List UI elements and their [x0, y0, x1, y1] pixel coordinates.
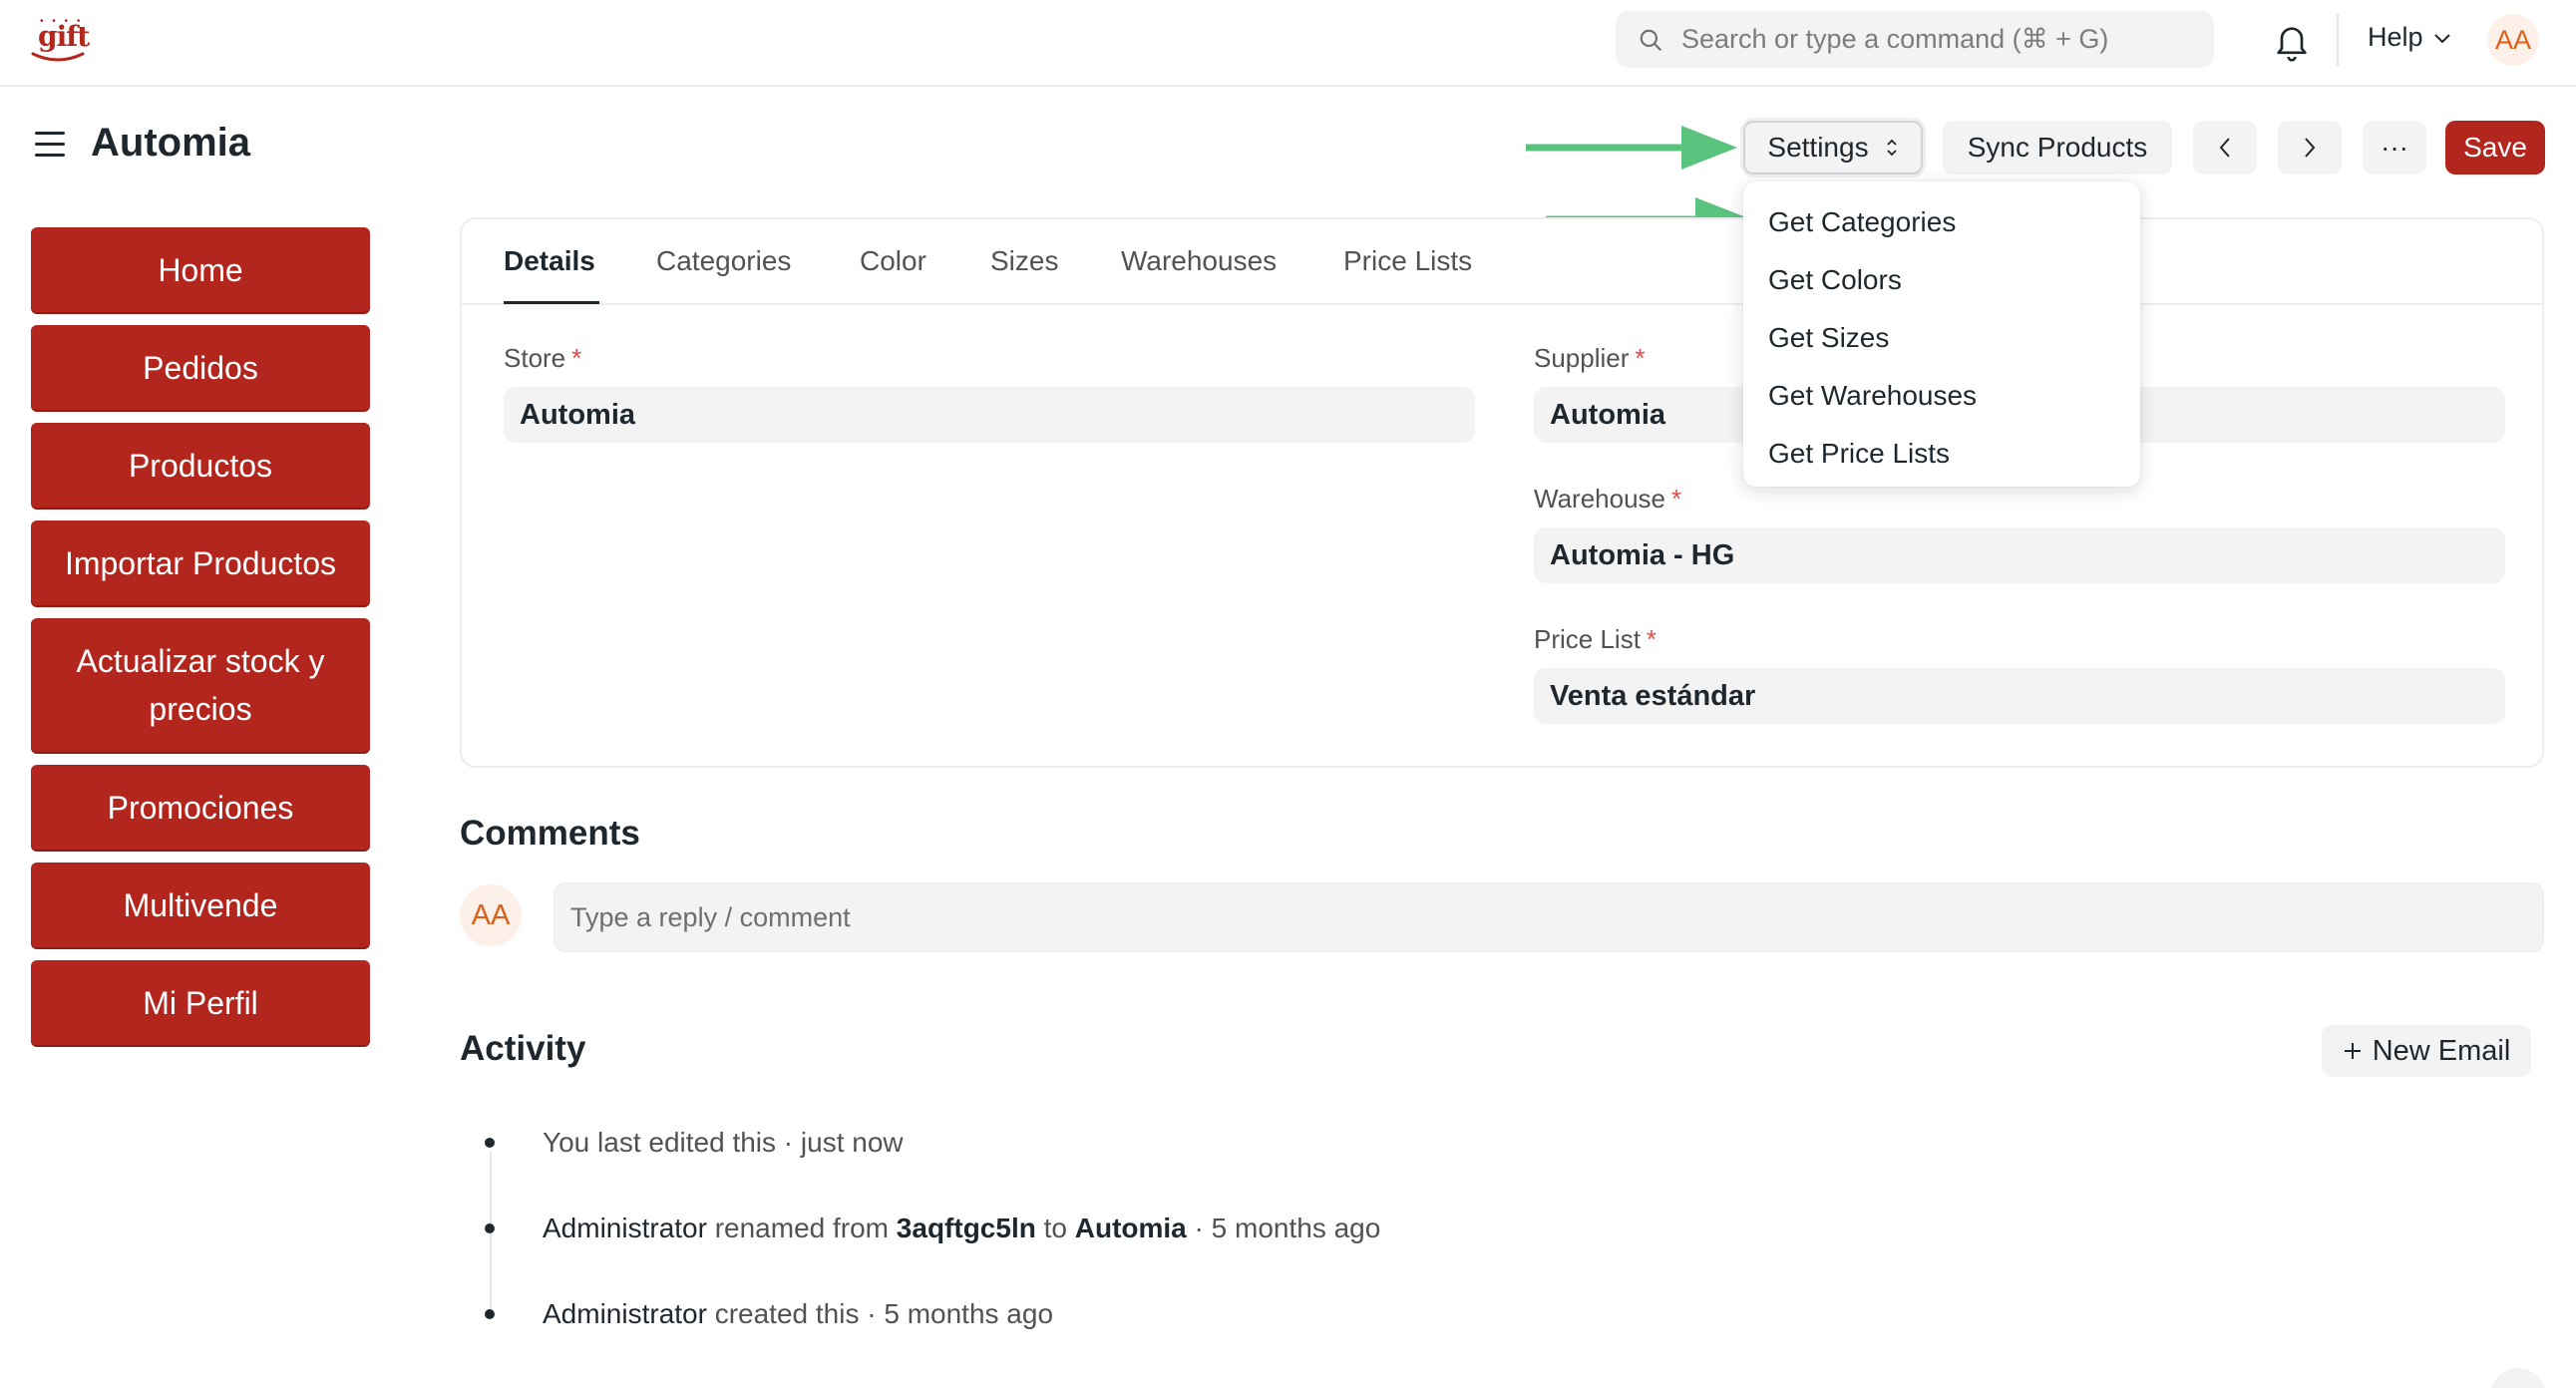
sort-chevrons-icon — [1886, 139, 1897, 157]
price-list-label: Price List * — [1534, 624, 1656, 655]
new-email-label: New Email — [2372, 1034, 2511, 1067]
warehouse-label: Warehouse * — [1534, 484, 1681, 515]
scroll-to-top-button[interactable] — [2490, 1368, 2546, 1388]
activity-separator: · — [776, 1127, 801, 1158]
activity-separator: · — [1186, 1213, 1212, 1243]
plus-icon — [2344, 1043, 2361, 1059]
settings-dropdown-menu: Get Categories Get Colors Get Sizes Get … — [1743, 181, 2140, 487]
menu-item-get-categories[interactable]: Get Categories — [1743, 193, 2140, 251]
tab-categories[interactable]: Categories — [656, 245, 791, 277]
settings-label: Settings — [1767, 132, 1869, 163]
activity-entry: You last edited this · just now — [485, 1127, 904, 1159]
bell-icon — [2277, 27, 2307, 62]
menu-item-get-sizes[interactable]: Get Sizes — [1743, 309, 2140, 367]
help-dropdown[interactable]: Help — [2368, 22, 2451, 53]
activity-old-name: 3aqftgc5ln — [896, 1213, 1036, 1243]
search-icon — [1640, 29, 1661, 51]
menu-item-get-price-lists[interactable]: Get Price Lists — [1743, 425, 2140, 483]
store-label-text: Store — [504, 343, 566, 373]
hamburger-icon-line — [35, 154, 65, 157]
tab-warehouses[interactable]: Warehouses — [1121, 245, 1277, 277]
price-list-label-text: Price List — [1534, 624, 1641, 654]
new-email-button[interactable]: New Email — [2322, 1025, 2531, 1077]
sidebar-item-pedidos[interactable]: Pedidos — [31, 325, 370, 410]
sidebar-item-importar-productos[interactable]: Importar Productos — [31, 520, 370, 605]
settings-button[interactable]: Settings — [1743, 121, 1923, 174]
sidebar-item-home[interactable]: Home — [31, 227, 370, 312]
hamburger-icon — [35, 132, 65, 135]
hamburger-icon-line — [35, 143, 65, 146]
sidebar-item-productos[interactable]: Productos — [31, 423, 370, 508]
chevron-left-icon — [2219, 138, 2230, 158]
comments-title: Comments — [460, 814, 640, 853]
required-mark: * — [1635, 343, 1646, 373]
notifications-button[interactable] — [2272, 20, 2312, 64]
previous-record-button[interactable] — [2193, 121, 2257, 174]
active-tab-indicator — [504, 301, 599, 304]
sidebar-item-mi-perfil[interactable]: Mi Perfil — [31, 960, 370, 1045]
save-button[interactable]: Save — [2445, 121, 2545, 174]
logo-text: gift — [38, 20, 90, 53]
activity-user: Administrator — [543, 1213, 707, 1243]
help-label: Help — [2368, 22, 2423, 52]
price-list-field[interactable]: Venta estándar — [1534, 668, 2505, 724]
store-field[interactable]: Automia — [504, 387, 1475, 443]
required-mark: * — [571, 343, 582, 373]
sync-products-button[interactable]: Sync Products — [1943, 121, 2172, 174]
tab-details[interactable]: Details — [504, 245, 595, 277]
tab-sizes[interactable]: Sizes — [990, 245, 1058, 277]
activity-time: 5 months ago — [884, 1298, 1054, 1329]
timeline-dot — [485, 1309, 495, 1319]
top-navbar: • • • • gift Help AA — [0, 0, 2576, 87]
activity-text: You last edited this — [543, 1127, 777, 1158]
tab-color[interactable]: Color — [860, 245, 926, 277]
sidebar-item-promociones[interactable]: Promociones — [31, 765, 370, 850]
comment-avatar: AA — [460, 884, 522, 946]
activity-entry: Administrator created this · 5 months ag… — [485, 1298, 1053, 1330]
required-mark: * — [1671, 484, 1682, 514]
tab-price-lists[interactable]: Price Lists — [1343, 245, 1472, 277]
timeline-dot — [485, 1138, 495, 1148]
activity-entry: Administrator renamed from 3aqftgc5ln to… — [485, 1213, 1380, 1244]
activity-title: Activity — [460, 1029, 586, 1068]
menu-item-get-colors[interactable]: Get Colors — [1743, 251, 2140, 309]
form-tabs: Details Categories Color Sizes Warehouse… — [462, 219, 2542, 305]
menu-item-get-warehouses[interactable]: Get Warehouses — [1743, 367, 2140, 425]
sidebar-toggle-button[interactable] — [35, 132, 65, 162]
warehouse-label-text: Warehouse — [1534, 484, 1665, 514]
sidebar-item-multivende[interactable]: Multivende — [31, 863, 370, 947]
activity-time: just now — [800, 1127, 904, 1158]
navbar-divider — [2337, 14, 2339, 66]
page-title: Automia — [91, 121, 250, 165]
activity-text: to — [1035, 1213, 1075, 1243]
chevron-down-icon — [2433, 33, 2450, 43]
supplier-label: Supplier * — [1534, 343, 1646, 374]
more-actions-button[interactable]: ··· — [2363, 121, 2426, 174]
activity-time: 5 months ago — [1211, 1213, 1381, 1243]
logo-swoosh-icon — [31, 52, 85, 62]
sidebar-item-actualizar-stock[interactable]: Actualizar stock y precios — [31, 618, 370, 752]
user-avatar[interactable]: AA — [2487, 14, 2539, 66]
activity-separator: · — [859, 1298, 885, 1329]
activity-new-name: Automia — [1074, 1213, 1187, 1243]
required-mark: * — [1646, 624, 1657, 654]
form-card: Details Categories Color Sizes Warehouse… — [460, 217, 2544, 768]
timeline-dot — [485, 1223, 495, 1233]
warehouse-field[interactable]: Automia - HG — [1534, 527, 2505, 583]
arrow-annotation-icon — [1526, 126, 1737, 170]
comment-box[interactable] — [553, 882, 2544, 952]
activity-text: renamed from — [706, 1213, 897, 1243]
store-label: Store * — [504, 343, 581, 374]
gift-logo[interactable]: • • • • gift — [30, 14, 90, 66]
activity-user: Administrator — [543, 1298, 707, 1329]
search-input[interactable] — [1681, 24, 2200, 55]
search-bar[interactable] — [1616, 11, 2214, 68]
activity-text: created this — [706, 1298, 860, 1329]
comment-input[interactable] — [554, 883, 2543, 951]
next-record-button[interactable] — [2278, 121, 2342, 174]
supplier-label-text: Supplier — [1534, 343, 1630, 373]
chevron-right-icon — [2305, 138, 2316, 158]
